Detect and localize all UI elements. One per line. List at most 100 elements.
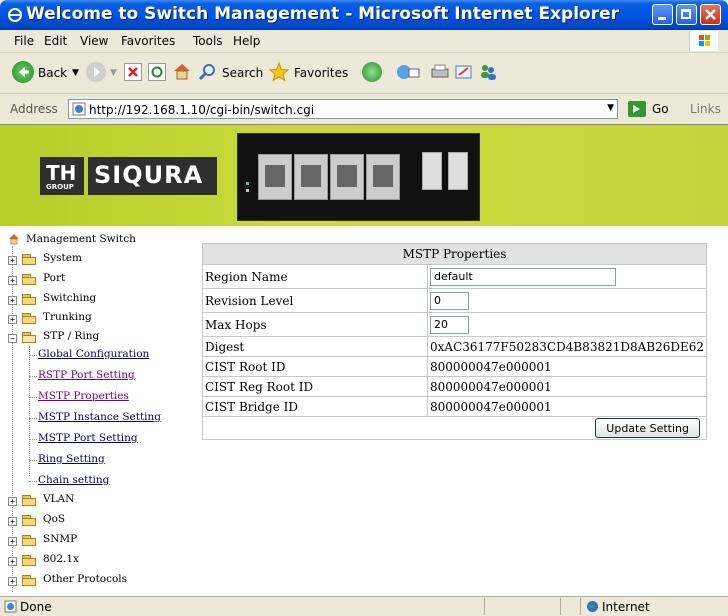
link-ring-setting[interactable]: Ring Setting: [38, 453, 105, 465]
maximize-button[interactable]: [676, 4, 697, 25]
region-name-input[interactable]: [430, 267, 616, 286]
svg-text:GROUP: GROUP: [46, 183, 74, 191]
expand-icon[interactable]: +: [8, 315, 17, 324]
siqura-logo: TH GROUP SIQURA: [40, 157, 217, 195]
table-row: Max Hops: [202, 312, 708, 337]
go-arrow-icon[interactable]: [628, 101, 646, 117]
fiber-port-icon: [448, 152, 468, 190]
home-icon[interactable]: [172, 62, 192, 80]
rj45-port-icon: [258, 154, 292, 200]
folder-icon: [22, 254, 37, 265]
max-hops-input[interactable]: [430, 315, 469, 334]
close-button[interactable]: [700, 4, 721, 25]
links-label[interactable]: Links: [690, 102, 721, 116]
windows-flag-icon: [689, 31, 718, 51]
tree-root[interactable]: Management Switch: [26, 233, 136, 245]
digest-label: Digest: [202, 336, 428, 357]
tree-label: STP / Ring: [43, 330, 100, 342]
link-mstp-instance-setting[interactable]: MSTP Instance Setting: [38, 411, 161, 423]
expand-icon[interactable]: +: [8, 557, 17, 566]
print-icon[interactable]: [430, 63, 450, 81]
cist-reg-root-value: 800000047e000001: [426, 376, 708, 397]
tree-label: Port: [43, 272, 66, 284]
favorites-button[interactable]: Favorites: [294, 66, 348, 80]
folder-icon: [22, 313, 37, 324]
digest-value: 0xAC36177F50283CD4B83821D8AB26DE62: [426, 336, 708, 357]
fiber-port-icon: [422, 152, 442, 190]
mstp-properties-table: MSTP Properties Region Name Revision Lev…: [201, 243, 708, 440]
link-rstp-port-setting[interactable]: RSTP Port Setting: [38, 369, 135, 381]
expand-icon[interactable]: +: [8, 537, 17, 546]
address-dropdown-icon[interactable]: ▼: [607, 103, 614, 113]
link-chain-setting[interactable]: Chain setting: [38, 474, 109, 486]
expand-icon[interactable]: +: [8, 577, 17, 586]
minimize-button[interactable]: [652, 4, 673, 25]
menu-tools[interactable]: Tools: [193, 34, 223, 48]
cist-root-value: 800000047e000001: [426, 356, 708, 377]
tree-label: System: [43, 252, 82, 264]
collapse-icon[interactable]: −: [8, 334, 17, 343]
back-arrow-icon[interactable]: [12, 61, 34, 83]
tree-label: Other Protocols: [43, 573, 128, 585]
update-setting-button[interactable]: Update Setting: [595, 418, 701, 438]
header-banner: TH GROUP SIQURA: [0, 125, 728, 226]
status-text: Done: [20, 600, 52, 614]
tree-label: Switching: [43, 292, 97, 304]
home-icon: [8, 233, 20, 245]
expand-icon[interactable]: +: [8, 256, 17, 265]
link-mstp-port-setting[interactable]: MSTP Port Setting: [38, 432, 138, 444]
max-hops-label: Max Hops: [202, 312, 428, 337]
cist-reg-root-label: CIST Reg Root ID: [202, 376, 428, 397]
stop-icon[interactable]: [124, 63, 142, 81]
history-icon[interactable]: [362, 62, 382, 82]
rj45-port-icon: [366, 154, 400, 200]
address-label: Address: [10, 102, 58, 116]
mail-icon[interactable]: [396, 63, 420, 79]
ie-logo-icon: [7, 7, 23, 23]
expand-icon[interactable]: +: [8, 276, 17, 285]
back-dropdown-icon[interactable]: ▼: [72, 68, 79, 78]
back-button[interactable]: Back: [38, 66, 67, 80]
menu-edit[interactable]: Edit: [44, 34, 67, 48]
forward-dropdown-icon[interactable]: ▼: [110, 68, 117, 78]
table-row: Digest 0xAC36177F50283CD4B83821D8AB26DE6…: [202, 336, 708, 357]
link-global-configuration[interactable]: Global Configuration: [38, 348, 149, 360]
address-input[interactable]: http://192.168.1.10/cgi-bin/switch.cgi ▼: [68, 99, 618, 119]
region-name-label: Region Name: [202, 264, 428, 289]
expand-icon[interactable]: +: [8, 517, 17, 526]
status-bar: Done Internet: [0, 596, 728, 616]
forward-arrow-icon[interactable]: [86, 62, 106, 82]
address-url: http://192.168.1.10/cgi-bin/switch.cgi: [89, 103, 315, 117]
search-icon[interactable]: [198, 62, 218, 82]
revision-level-input[interactable]: [430, 291, 469, 310]
favorites-star-icon[interactable]: [268, 61, 290, 83]
menu-help[interactable]: Help: [233, 34, 260, 48]
folder-icon: [22, 294, 37, 305]
link-mstp-properties[interactable]: MSTP Properties: [38, 390, 129, 402]
tree-label: QoS: [43, 513, 66, 525]
menu-favorites[interactable]: Favorites: [121, 34, 175, 48]
tree-label: SNMP: [43, 533, 78, 545]
revision-level-label: Revision Level: [202, 288, 428, 313]
folder-icon: [22, 515, 37, 526]
tree-guide-line: [29, 346, 30, 476]
table-row: Region Name: [202, 264, 708, 289]
folder-icon: [22, 575, 37, 586]
page-content: TH GROUP SIQURA Management Switch + Syst…: [0, 124, 728, 597]
standard-toolbar: Back ▼ ▼ Search Favorites: [0, 53, 728, 94]
menu-file[interactable]: File: [14, 34, 34, 48]
page-icon: [72, 102, 86, 116]
expand-icon[interactable]: +: [8, 296, 17, 305]
messenger-icon[interactable]: [478, 62, 498, 82]
browser-window: Welcome to Switch Management - Microsoft…: [0, 0, 728, 616]
menu-view[interactable]: View: [80, 34, 108, 48]
folder-icon: [22, 535, 37, 546]
search-button[interactable]: Search: [222, 66, 263, 80]
expand-icon[interactable]: +: [8, 497, 17, 506]
go-button[interactable]: Go: [652, 102, 669, 116]
tree-label: 802.1x: [43, 553, 79, 565]
rj45-port-icon: [294, 154, 328, 200]
refresh-icon[interactable]: [148, 63, 166, 81]
edit-icon[interactable]: [454, 63, 474, 81]
table-header: MSTP Properties: [201, 243, 708, 265]
